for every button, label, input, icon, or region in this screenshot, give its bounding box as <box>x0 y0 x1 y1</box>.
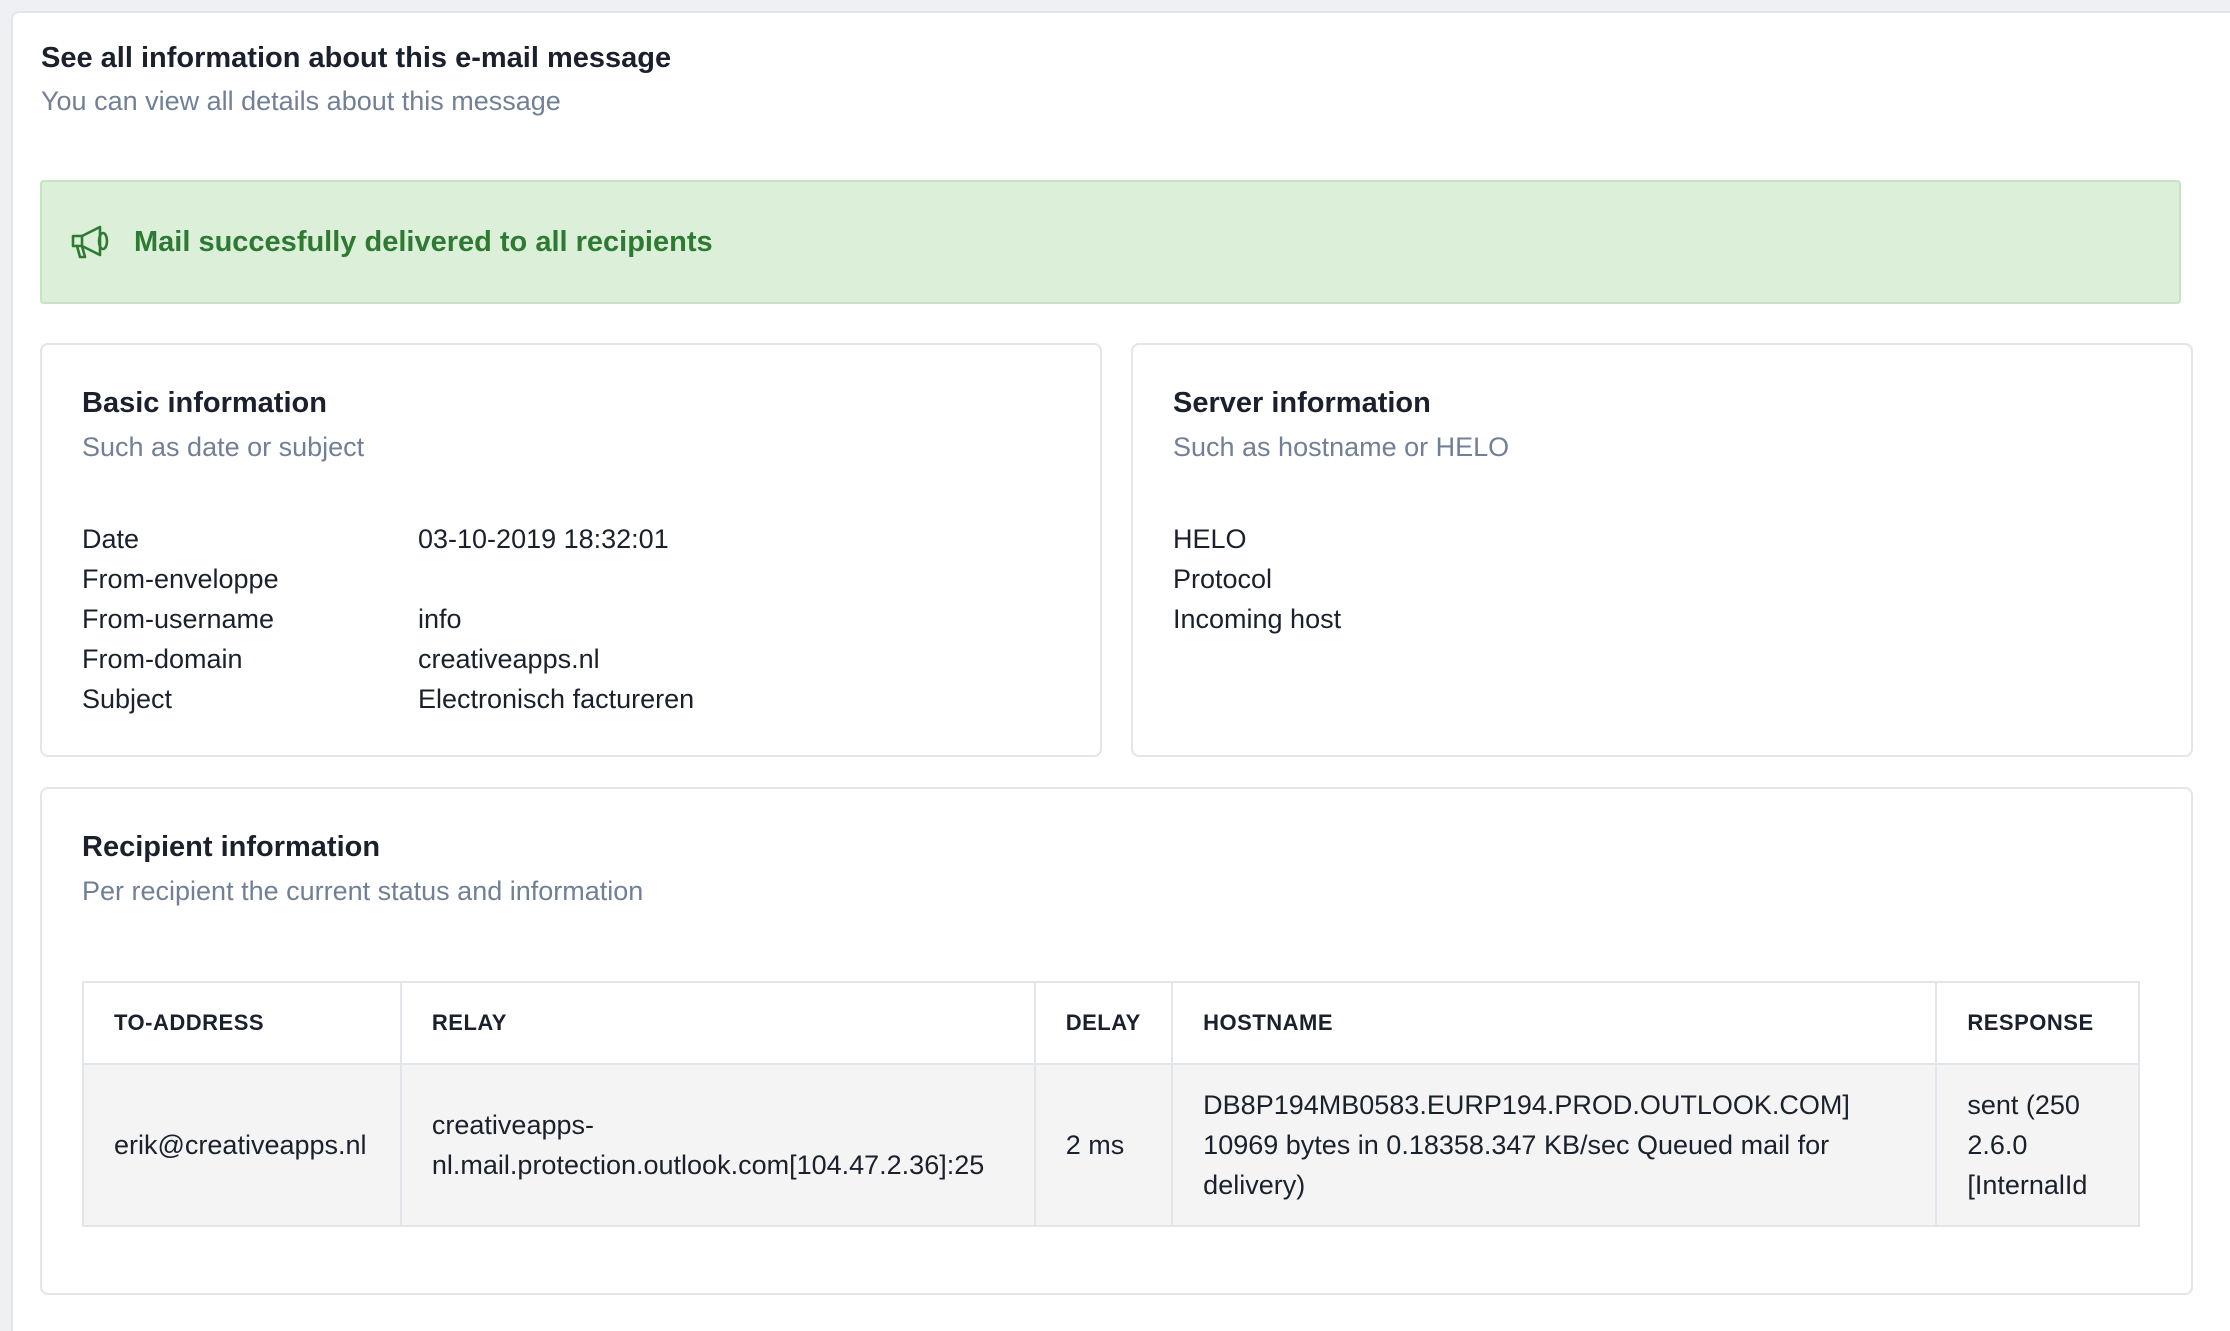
basic-info-title: Basic information <box>82 387 327 419</box>
basic-info-subtitle: Such as date or subject <box>82 432 365 462</box>
server-info-key: Protocol <box>1173 564 1273 594</box>
basic-info-list: Date 03-10-2019 18:32:01 From-enveloppe … <box>82 519 694 719</box>
cell-relay: creativeapps-nl.mail.protection.outlook.… <box>399 1063 1036 1227</box>
cell-hostname: DB8P194MB0583.EURP194.PROD.OUTLOOK.COM] … <box>1171 1063 1938 1227</box>
recipient-information-panel: Recipient information Per recipient the … <box>40 787 2193 1295</box>
cell-to-address: erik@creativeapps.nl <box>82 1063 402 1227</box>
basic-info-key: From-enveloppe <box>82 564 279 594</box>
table-header-row: TO-ADDRESS RELAY DELAY HOSTNAME RESPONSE <box>82 981 2140 1065</box>
basic-info-value: creativeapps.nl <box>418 644 600 674</box>
server-info-list: HELO Protocol Incoming host <box>1173 519 1509 639</box>
basic-info-key: From-username <box>82 604 275 634</box>
basic-info-key: From-domain <box>82 644 243 674</box>
recipient-table: TO-ADDRESS RELAY DELAY HOSTNAME RESPONSE… <box>82 981 2140 1227</box>
basic-info-row-from-domain: From-domain creativeapps.nl <box>82 639 694 679</box>
column-header-delay[interactable]: DELAY <box>1033 981 1174 1065</box>
server-info-title: Server information <box>1173 387 1431 419</box>
page-title: See all information about this e-mail me… <box>41 42 672 74</box>
cell-delay: 2 ms <box>1033 1063 1174 1227</box>
basic-info-value: Electronisch factureren <box>418 684 695 714</box>
page-header: See all information about this e-mail me… <box>41 38 671 121</box>
recipient-info-title: Recipient information <box>82 831 381 863</box>
recipient-info-subtitle: Per recipient the current status and inf… <box>82 876 644 906</box>
cell-response: sent (250 2.6.0 [InternalId <box>1935 1063 2140 1227</box>
server-info-row-helo: HELO <box>1173 519 1509 559</box>
server-info-subtitle: Such as hostname or HELO <box>1173 432 1510 462</box>
server-info-key: HELO <box>1173 524 1247 554</box>
basic-information-panel: Basic information Such as date or subjec… <box>40 343 1102 757</box>
column-header-relay[interactable]: RELAY <box>399 981 1036 1065</box>
column-header-to-address[interactable]: TO-ADDRESS <box>82 981 402 1065</box>
basic-info-row-date: Date 03-10-2019 18:32:01 <box>82 519 694 559</box>
alert-message: Mail succesfully delivered to all recipi… <box>134 225 713 258</box>
basic-info-row-from-enveloppe: From-enveloppe <box>82 559 694 599</box>
delivery-status-alert: Mail succesfully delivered to all recipi… <box>40 180 2181 304</box>
column-header-response[interactable]: RESPONSE <box>1935 981 2140 1065</box>
server-info-row-incoming-host: Incoming host <box>1173 599 1509 639</box>
page-subtitle: You can view all details about this mess… <box>41 86 561 116</box>
table-row[interactable]: erik@creativeapps.nl creativeapps-nl.mai… <box>82 1063 2140 1227</box>
basic-info-row-subject: Subject Electronisch factureren <box>82 679 694 719</box>
basic-info-key: Subject <box>82 684 173 714</box>
basic-info-row-from-username: From-username info <box>82 599 694 639</box>
server-information-panel: Server information Such as hostname or H… <box>1131 343 2193 757</box>
megaphone-icon <box>70 222 114 262</box>
basic-info-value: 03-10-2019 18:32:01 <box>418 524 669 554</box>
cell-response-text: sent (250 2.6.0 [InternalId <box>1967 1090 2088 1200</box>
server-info-row-protocol: Protocol <box>1173 559 1509 599</box>
column-header-hostname[interactable]: HOSTNAME <box>1171 981 1938 1065</box>
basic-info-key: Date <box>82 524 140 554</box>
server-info-key: Incoming host <box>1173 604 1342 634</box>
basic-info-value: info <box>418 604 462 634</box>
